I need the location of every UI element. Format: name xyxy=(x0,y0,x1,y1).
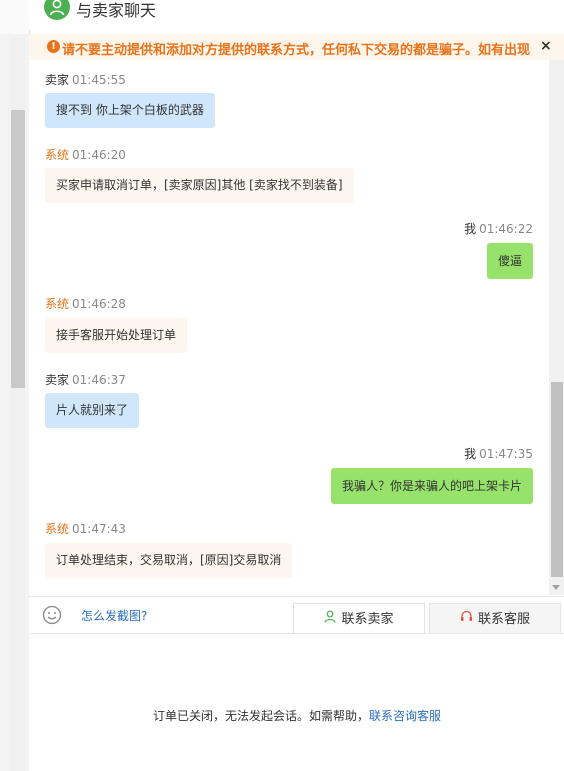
message-meta: 卖家 01:46:37 xyxy=(45,371,126,388)
tab-contact-service[interactable]: 联系客服 xyxy=(429,603,561,634)
sender-name: 系统 xyxy=(45,297,70,311)
sender-name: 系统 xyxy=(45,522,70,536)
left-panel-top xyxy=(0,0,29,34)
message-bubble: 订单处理结束，交易取消，[原因]交易取消 xyxy=(45,543,293,578)
message-meta: 系统 01:46:28 xyxy=(45,295,126,312)
message-time: 01:46:37 xyxy=(72,373,126,387)
warning-banner: ! 请不要主动提供和添加对方提供的联系方式，任何私下交易的都是骗子。如有出现 × xyxy=(29,34,564,61)
warning-icon: ! xyxy=(47,40,60,53)
message-time: 01:47:43 xyxy=(72,522,126,536)
message-bubble: 片人就别来了 xyxy=(45,393,140,428)
message-time: 01:46:22 xyxy=(479,222,533,236)
chat-header: 与卖家聊天 xyxy=(29,0,564,30)
message-meta: 卖家 01:45:55 xyxy=(45,71,126,88)
chat-title: 与卖家聊天 xyxy=(76,1,157,20)
screenshot-help-link[interactable]: 怎么发截图? xyxy=(81,607,147,624)
smile-icon[interactable] xyxy=(42,605,62,629)
contact-service-link[interactable]: 联系咨询客服 xyxy=(369,709,441,723)
message-time: 01:45:55 xyxy=(72,73,126,87)
message-time: 01:46:20 xyxy=(72,148,126,162)
closed-text: 订单已关闭，无法发起会话。如需帮助， xyxy=(153,709,370,723)
message-bubble: 傻逼 xyxy=(486,243,533,279)
message-meta: 我 01:47:35 xyxy=(464,445,533,462)
tab-label: 联系卖家 xyxy=(341,612,394,627)
headset-icon xyxy=(460,604,473,635)
message-bubble: 我骗人？你是来骗人的吧上架卡片 xyxy=(330,468,533,504)
message-list: 卖家 01:45:55 搜不到 你上架个白板的武器 系统 01:46:20 买家申请… xyxy=(29,60,549,595)
sender-name: 系统 xyxy=(45,148,70,162)
message-time: 01:46:28 xyxy=(72,297,126,311)
close-icon[interactable]: × xyxy=(540,38,552,54)
chat-scrollbar-thumb[interactable] xyxy=(551,382,563,577)
composer-area: 订单已关闭，无法发起会话。如需帮助，联系咨询客服 xyxy=(29,634,564,771)
sender-name: 卖家 xyxy=(45,373,70,387)
sender-name: 我 xyxy=(464,447,477,461)
left-scrollbar-thumb[interactable] xyxy=(11,110,25,388)
message-time: 01:47:35 xyxy=(479,447,533,461)
tab-label: 联系客服 xyxy=(477,612,530,627)
sender-name: 卖家 xyxy=(45,73,70,87)
scroll-down-icon[interactable] xyxy=(552,585,560,590)
message-bubble: 买家申请取消订单，[卖家原因]其他 [卖家找不到装备] xyxy=(45,168,354,203)
message-meta: 系统 01:47:43 xyxy=(45,520,126,537)
message-bubble: 搜不到 你上架个白板的武器 xyxy=(45,93,215,128)
message-bubble: 接手客服开始处理订单 xyxy=(45,318,188,353)
message-meta: 我 01:46:22 xyxy=(464,220,533,237)
chat-closed-message: 订单已关闭，无法发起会话。如需帮助，联系咨询客服 xyxy=(153,707,441,724)
input-toolbar: 怎么发截图? 联系卖家 联系客服 xyxy=(29,596,564,635)
sender-name: 我 xyxy=(464,222,477,236)
message-meta: 系统 01:46:20 xyxy=(45,146,126,163)
tab-contact-seller[interactable]: 联系卖家 xyxy=(293,603,425,634)
warning-text: 请不要主动提供和添加对方提供的联系方式，任何私下交易的都是骗子。如有出现 xyxy=(62,43,531,58)
user-icon xyxy=(44,0,70,20)
user-icon xyxy=(324,604,337,635)
